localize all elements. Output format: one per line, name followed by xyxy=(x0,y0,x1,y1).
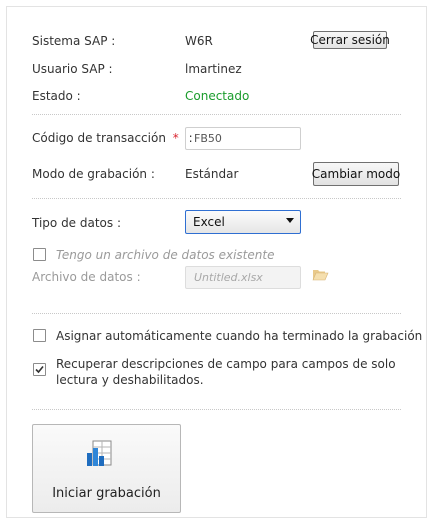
sap-system-value: W6R xyxy=(185,34,213,48)
auto-assign-checkbox[interactable] xyxy=(33,329,46,342)
divider xyxy=(32,114,401,115)
status-label: Estado : xyxy=(32,89,81,103)
chevron-down-icon xyxy=(286,218,294,223)
folder-icon xyxy=(312,270,329,281)
transaction-code-input[interactable]: FB50 xyxy=(185,127,301,150)
existing-file-label: Tengo un archivo de datos existente xyxy=(56,248,275,262)
transaction-code-text: Código de transacción xyxy=(32,131,166,145)
logout-button[interactable]: Cerrar sesión xyxy=(310,31,390,49)
existing-file-checkbox[interactable] xyxy=(33,248,46,261)
divider xyxy=(32,198,401,199)
required-mark: * xyxy=(172,131,179,145)
start-recording-label: Iniciar grabación xyxy=(52,486,161,501)
divider xyxy=(32,313,401,314)
divider xyxy=(32,409,401,410)
start-recording-button[interactable]: Iniciar grabación xyxy=(32,424,181,513)
data-file-input: Untitled.xlsx xyxy=(185,266,301,289)
status-value: Conectado xyxy=(185,89,250,103)
recording-mode-label: Modo de grabación : xyxy=(32,167,155,181)
retrieve-descriptions-label: Recuperar descripciones de campo para ca… xyxy=(56,357,396,387)
auto-assign-label: Asignar automáticamente cuando ha termin… xyxy=(56,329,423,343)
spreadsheet-chart-icon xyxy=(87,440,112,466)
retrieve-descriptions-checkbox[interactable] xyxy=(33,363,46,376)
sap-system-label: Sistema SAP : xyxy=(32,34,116,48)
data-type-selected: Excel xyxy=(193,215,225,229)
checkmark-icon xyxy=(35,365,44,374)
recording-mode-value: Estándar xyxy=(185,167,239,181)
sap-user-label: Usuario SAP : xyxy=(32,62,113,76)
data-type-label: Tipo de datos : xyxy=(32,216,122,230)
change-mode-button[interactable]: Cambiar modo xyxy=(312,162,400,186)
data-type-select[interactable]: Excel xyxy=(185,210,301,234)
transaction-code-label: Código de transacción * : xyxy=(32,131,193,145)
sap-user-value: lmartinez xyxy=(185,62,242,76)
data-file-label: Archivo de datos : xyxy=(32,270,141,284)
